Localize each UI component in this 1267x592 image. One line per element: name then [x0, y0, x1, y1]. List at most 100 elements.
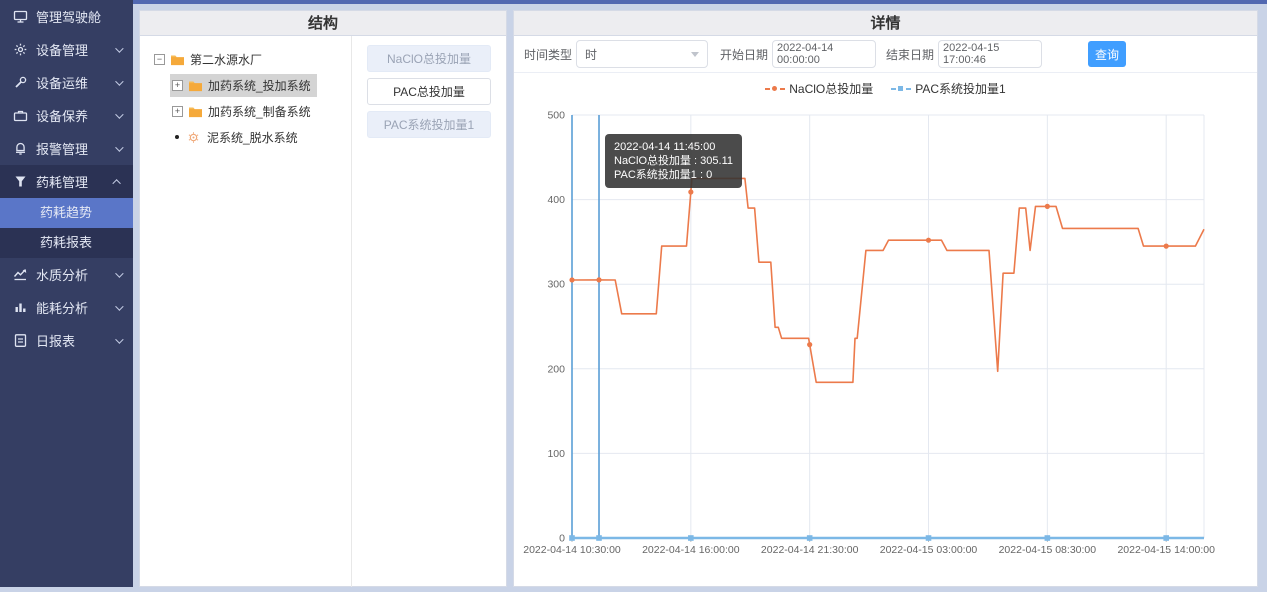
chevron-down-icon	[691, 52, 699, 57]
tree-node-content: − 第二水源水厂	[152, 48, 268, 71]
data-point[interactable]	[569, 535, 575, 541]
structure-panel: 结构 − 第二水源水厂 + 加药系统_投加系统 + 加药系统_制备系统泥系统_脱水系统 N…	[139, 10, 507, 587]
data-point[interactable]	[807, 535, 813, 541]
tree-node-label: 第二水源水厂	[190, 51, 262, 68]
x-tick-label: 2022-04-14 10:30:00	[523, 544, 621, 556]
legend-marker-icon	[891, 85, 911, 93]
legend-label: NaClO总投加量	[789, 80, 873, 97]
metric-button-0[interactable]: NaClO总投加量	[367, 45, 491, 72]
tree-node-label: 加药系统_制备系统	[208, 103, 311, 120]
start-date-input[interactable]: 2022-04-14 00:00:00	[772, 40, 876, 68]
chevron-down-icon	[115, 269, 123, 277]
data-point[interactable]	[1045, 535, 1051, 541]
sidebar-item-label: 水质分析	[36, 265, 115, 284]
data-point[interactable]	[569, 277, 574, 282]
structure-body: − 第二水源水厂 + 加药系统_投加系统 + 加药系统_制备系统泥系统_脱水系统 NaCl…	[140, 36, 506, 587]
sidebar-item-0[interactable]: 管理驾驶舱	[0, 0, 133, 33]
time-type-select[interactable]: 时	[576, 40, 708, 68]
bell-icon	[13, 141, 28, 156]
sidebar-item-label: 管理驾驶舱	[36, 7, 121, 26]
data-point[interactable]	[807, 342, 812, 347]
line-chart[interactable]: 2022-04-14 10:30:002022-04-14 16:00:0020…	[514, 73, 1257, 587]
tree-node-content: + 加药系统_投加系统	[170, 74, 317, 97]
query-button[interactable]: 查询	[1088, 41, 1126, 67]
tree-node-label: 泥系统_脱水系统	[207, 129, 298, 146]
data-point[interactable]	[926, 238, 931, 243]
device-tree: − 第二水源水厂 + 加药系统_投加系统 + 加药系统_制备系统泥系统_脱水系统	[140, 36, 352, 587]
sidebar-item-7[interactable]: 能耗分析	[0, 291, 133, 324]
sidebar-item-8[interactable]: 日报表	[0, 324, 133, 357]
legend-item-0[interactable]: NaClO总投加量	[765, 80, 873, 97]
query-toolbar: 时间类型 时 开始日期 2022-04-14 00:00:00 结束日期 202…	[514, 36, 1257, 73]
data-point[interactable]	[1164, 244, 1169, 249]
chart-legend: NaClO总投加量 PAC系统投加量1	[514, 80, 1257, 97]
y-tick-label: 300	[547, 279, 565, 291]
folder-icon	[188, 79, 203, 92]
collapse-icon[interactable]: −	[154, 54, 165, 65]
tree-node-0[interactable]: − 第二水源水厂	[140, 46, 351, 72]
data-point[interactable]	[596, 535, 602, 541]
x-tick-label: 2022-04-15 03:00:00	[880, 544, 978, 556]
metric-button-list: NaClO总投加量 PAC总投加量 PAC系统投加量1	[352, 36, 506, 587]
expand-icon[interactable]: +	[172, 80, 183, 91]
sidebar: 管理驾驶舱设备管理设备运维设备保养报警管理药耗管理药耗趋势药耗报表水质分析能耗分…	[0, 0, 133, 587]
data-point[interactable]	[1045, 204, 1050, 209]
end-date-value: 2022-04-15 17:00:46	[943, 42, 1037, 66]
legend-marker-icon	[765, 85, 785, 93]
structure-panel-title: 结构	[140, 11, 506, 36]
briefcase-icon	[13, 108, 28, 123]
x-tick-label: 2022-04-15 14:00:00	[1117, 544, 1215, 556]
y-tick-label: 200	[547, 363, 565, 375]
data-point[interactable]	[596, 277, 601, 282]
chevron-down-icon	[115, 143, 123, 151]
data-point[interactable]	[926, 535, 932, 541]
legend-item-1[interactable]: PAC系统投加量1	[891, 80, 1005, 97]
time-type-label: 时间类型	[524, 46, 572, 63]
chart-area[interactable]: NaClO总投加量PAC系统投加量1 2022-04-14 10:30:0020…	[514, 73, 1257, 587]
data-point[interactable]	[688, 535, 694, 541]
sidebar-item-6[interactable]: 水质分析	[0, 258, 133, 291]
data-point[interactable]	[688, 189, 693, 194]
sidebar-item-label: 报警管理	[36, 139, 115, 158]
tree-node-content: + 加药系统_制备系统	[170, 100, 317, 123]
line-chart-icon	[13, 267, 28, 282]
sidebar-item-2[interactable]: 设备运维	[0, 66, 133, 99]
sidebar-submenu: 药耗趋势药耗报表	[0, 198, 133, 258]
sidebar-item-5[interactable]: 药耗管理	[0, 165, 133, 198]
sidebar-subitem-0[interactable]: 药耗趋势	[0, 198, 133, 228]
legend-label: PAC系统投加量1	[915, 80, 1005, 97]
metric-button-1[interactable]: PAC总投加量	[367, 78, 491, 105]
sidebar-item-label: 设备保养	[36, 106, 115, 125]
bullet-icon	[175, 135, 179, 139]
time-type-value: 时	[585, 46, 597, 63]
top-strip	[133, 0, 1267, 4]
chevron-down-icon	[115, 302, 123, 310]
y-tick-label: 100	[547, 448, 565, 460]
sidebar-item-1[interactable]: 设备管理	[0, 33, 133, 66]
bar-chart-icon	[13, 300, 28, 315]
tree-node-3[interactable]: 泥系统_脱水系统	[140, 124, 351, 150]
y-tick-label: 0	[559, 533, 565, 545]
end-date-input[interactable]: 2022-04-15 17:00:46	[938, 40, 1042, 68]
tree-node-1[interactable]: + 加药系统_投加系统	[140, 72, 351, 98]
tree-node-content: 泥系统_脱水系统	[170, 126, 304, 149]
sidebar-item-label: 药耗管理	[36, 172, 115, 191]
document-icon	[13, 333, 28, 348]
sidebar-item-label: 设备运维	[36, 73, 115, 92]
sidebar-item-4[interactable]: 报警管理	[0, 132, 133, 165]
end-date-label: 结束日期	[886, 46, 934, 63]
chevron-down-icon	[115, 77, 123, 85]
sidebar-item-3[interactable]: 设备保养	[0, 99, 133, 132]
system-icon	[187, 131, 202, 144]
detail-panel-title: 详情	[514, 11, 1257, 36]
tree-node-label: 加药系统_投加系统	[208, 77, 311, 94]
sidebar-subitem-1[interactable]: 药耗报表	[0, 228, 133, 258]
start-date-label: 开始日期	[720, 46, 768, 63]
metric-button-2[interactable]: PAC系统投加量1	[367, 111, 491, 138]
expand-icon[interactable]: +	[172, 106, 183, 117]
chevron-down-icon	[115, 44, 123, 52]
tree-node-2[interactable]: + 加药系统_制备系统	[140, 98, 351, 124]
x-tick-label: 2022-04-15 08:30:00	[999, 544, 1097, 556]
start-date-value: 2022-04-14 00:00:00	[777, 42, 871, 66]
data-point[interactable]	[1163, 535, 1169, 541]
